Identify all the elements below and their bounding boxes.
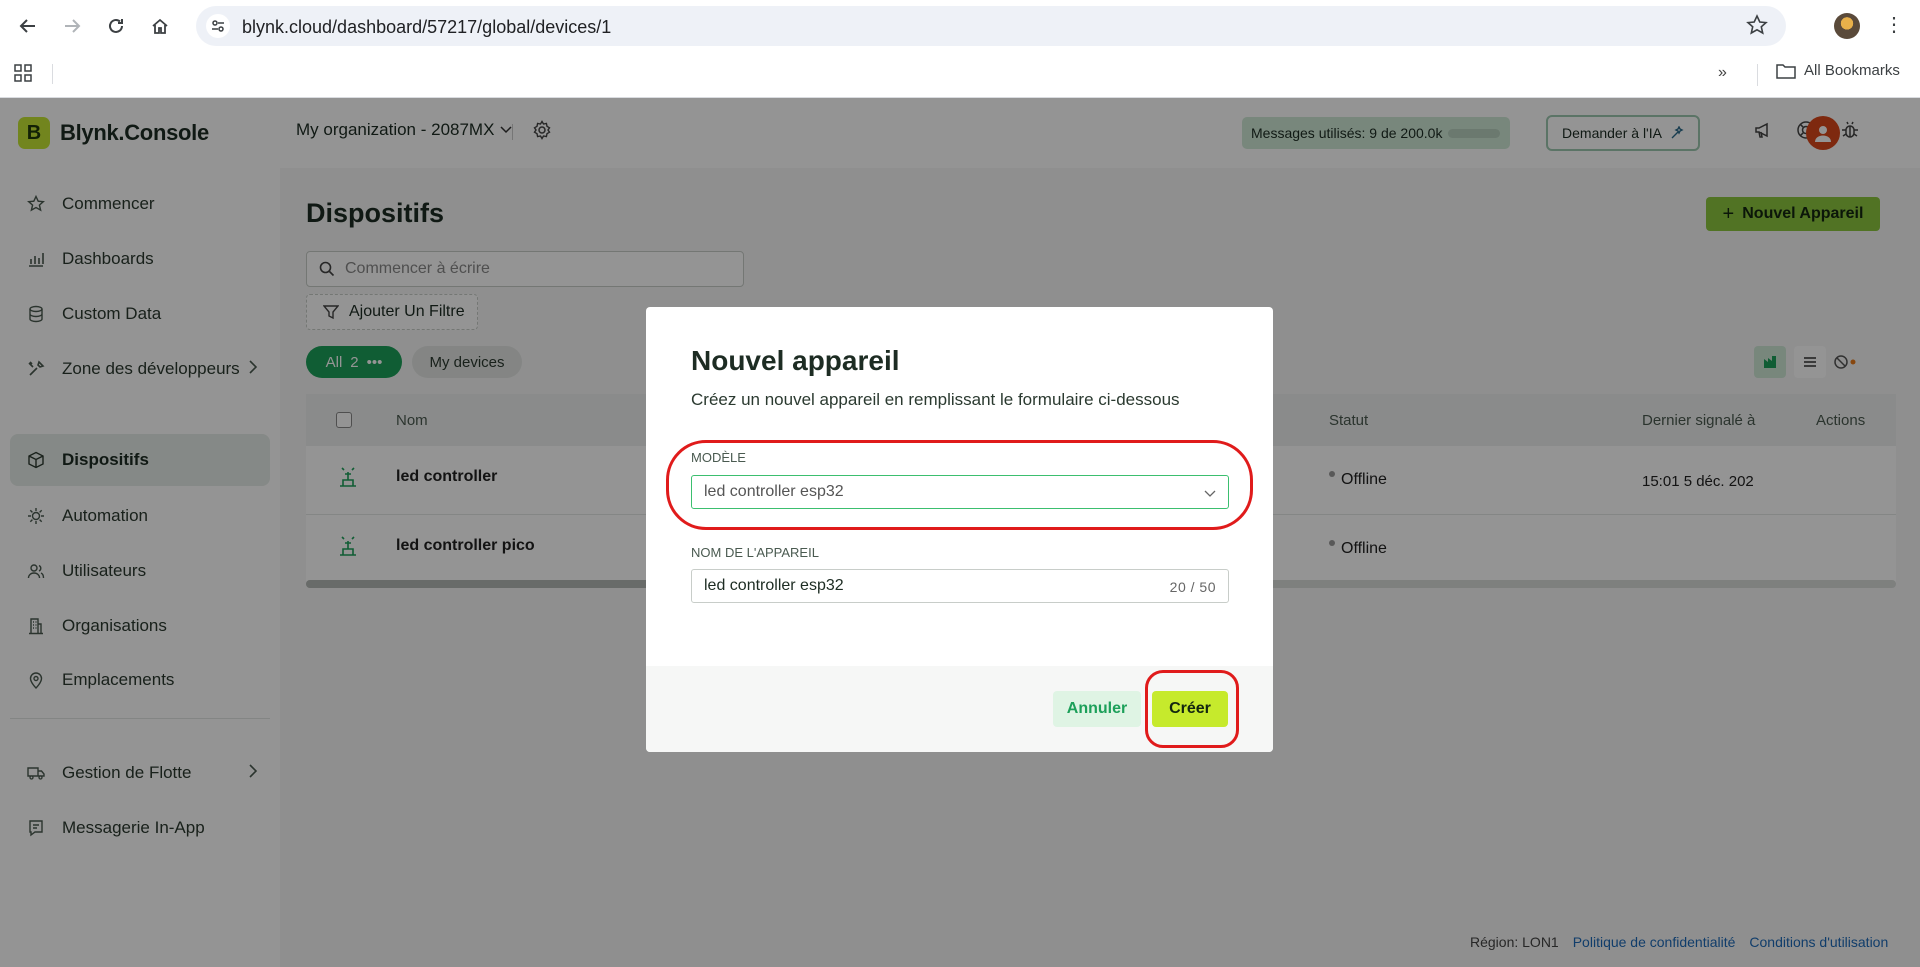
create-button-highlight	[1145, 670, 1239, 748]
device-name-field-label: NOM DE L'APPAREIL	[691, 545, 819, 560]
apps-grid-icon[interactable]	[14, 64, 32, 87]
cancel-button[interactable]: Annuler	[1053, 691, 1141, 727]
device-name-input[interactable]: led controller esp32 20 / 50	[691, 569, 1229, 603]
char-counter: 20 / 50	[1169, 579, 1216, 595]
bookmark-star-icon[interactable]	[1746, 14, 1768, 41]
home-icon[interactable]	[146, 12, 174, 40]
browser-chrome: blynk.cloud/dashboard/57217/global/devic…	[0, 0, 1920, 98]
more-bookmarks-icon[interactable]: »	[1718, 64, 1727, 82]
template-field-highlight	[666, 440, 1253, 530]
bookmarks-divider-right	[1757, 64, 1758, 86]
bookmarks-bar: » All Bookmarks	[0, 52, 1920, 98]
profile-avatar[interactable]	[1834, 13, 1860, 39]
all-bookmarks-button[interactable]: All Bookmarks	[1776, 62, 1900, 79]
bookmarks-divider	[52, 64, 53, 84]
address-bar[interactable]: blynk.cloud/dashboard/57217/global/devic…	[196, 6, 1786, 46]
back-arrow-icon[interactable]	[14, 12, 42, 40]
modal-subtitle: Créez un nouvel appareil en remplissant …	[691, 390, 1180, 409]
all-bookmarks-label: All Bookmarks	[1804, 62, 1900, 79]
forward-arrow-icon[interactable]	[58, 12, 86, 40]
url-text[interactable]: blynk.cloud/dashboard/57217/global/devic…	[242, 17, 611, 38]
folder-icon	[1776, 63, 1796, 79]
reload-icon[interactable]	[102, 12, 130, 40]
device-name-input-value: led controller esp32	[704, 577, 844, 594]
modal-title: Nouvel appareil	[691, 345, 900, 376]
browser-menu-icon[interactable]: ⋮	[1884, 12, 1904, 37]
site-settings-icon[interactable]	[206, 14, 230, 38]
browser-toolbar: blynk.cloud/dashboard/57217/global/devic…	[0, 0, 1920, 52]
